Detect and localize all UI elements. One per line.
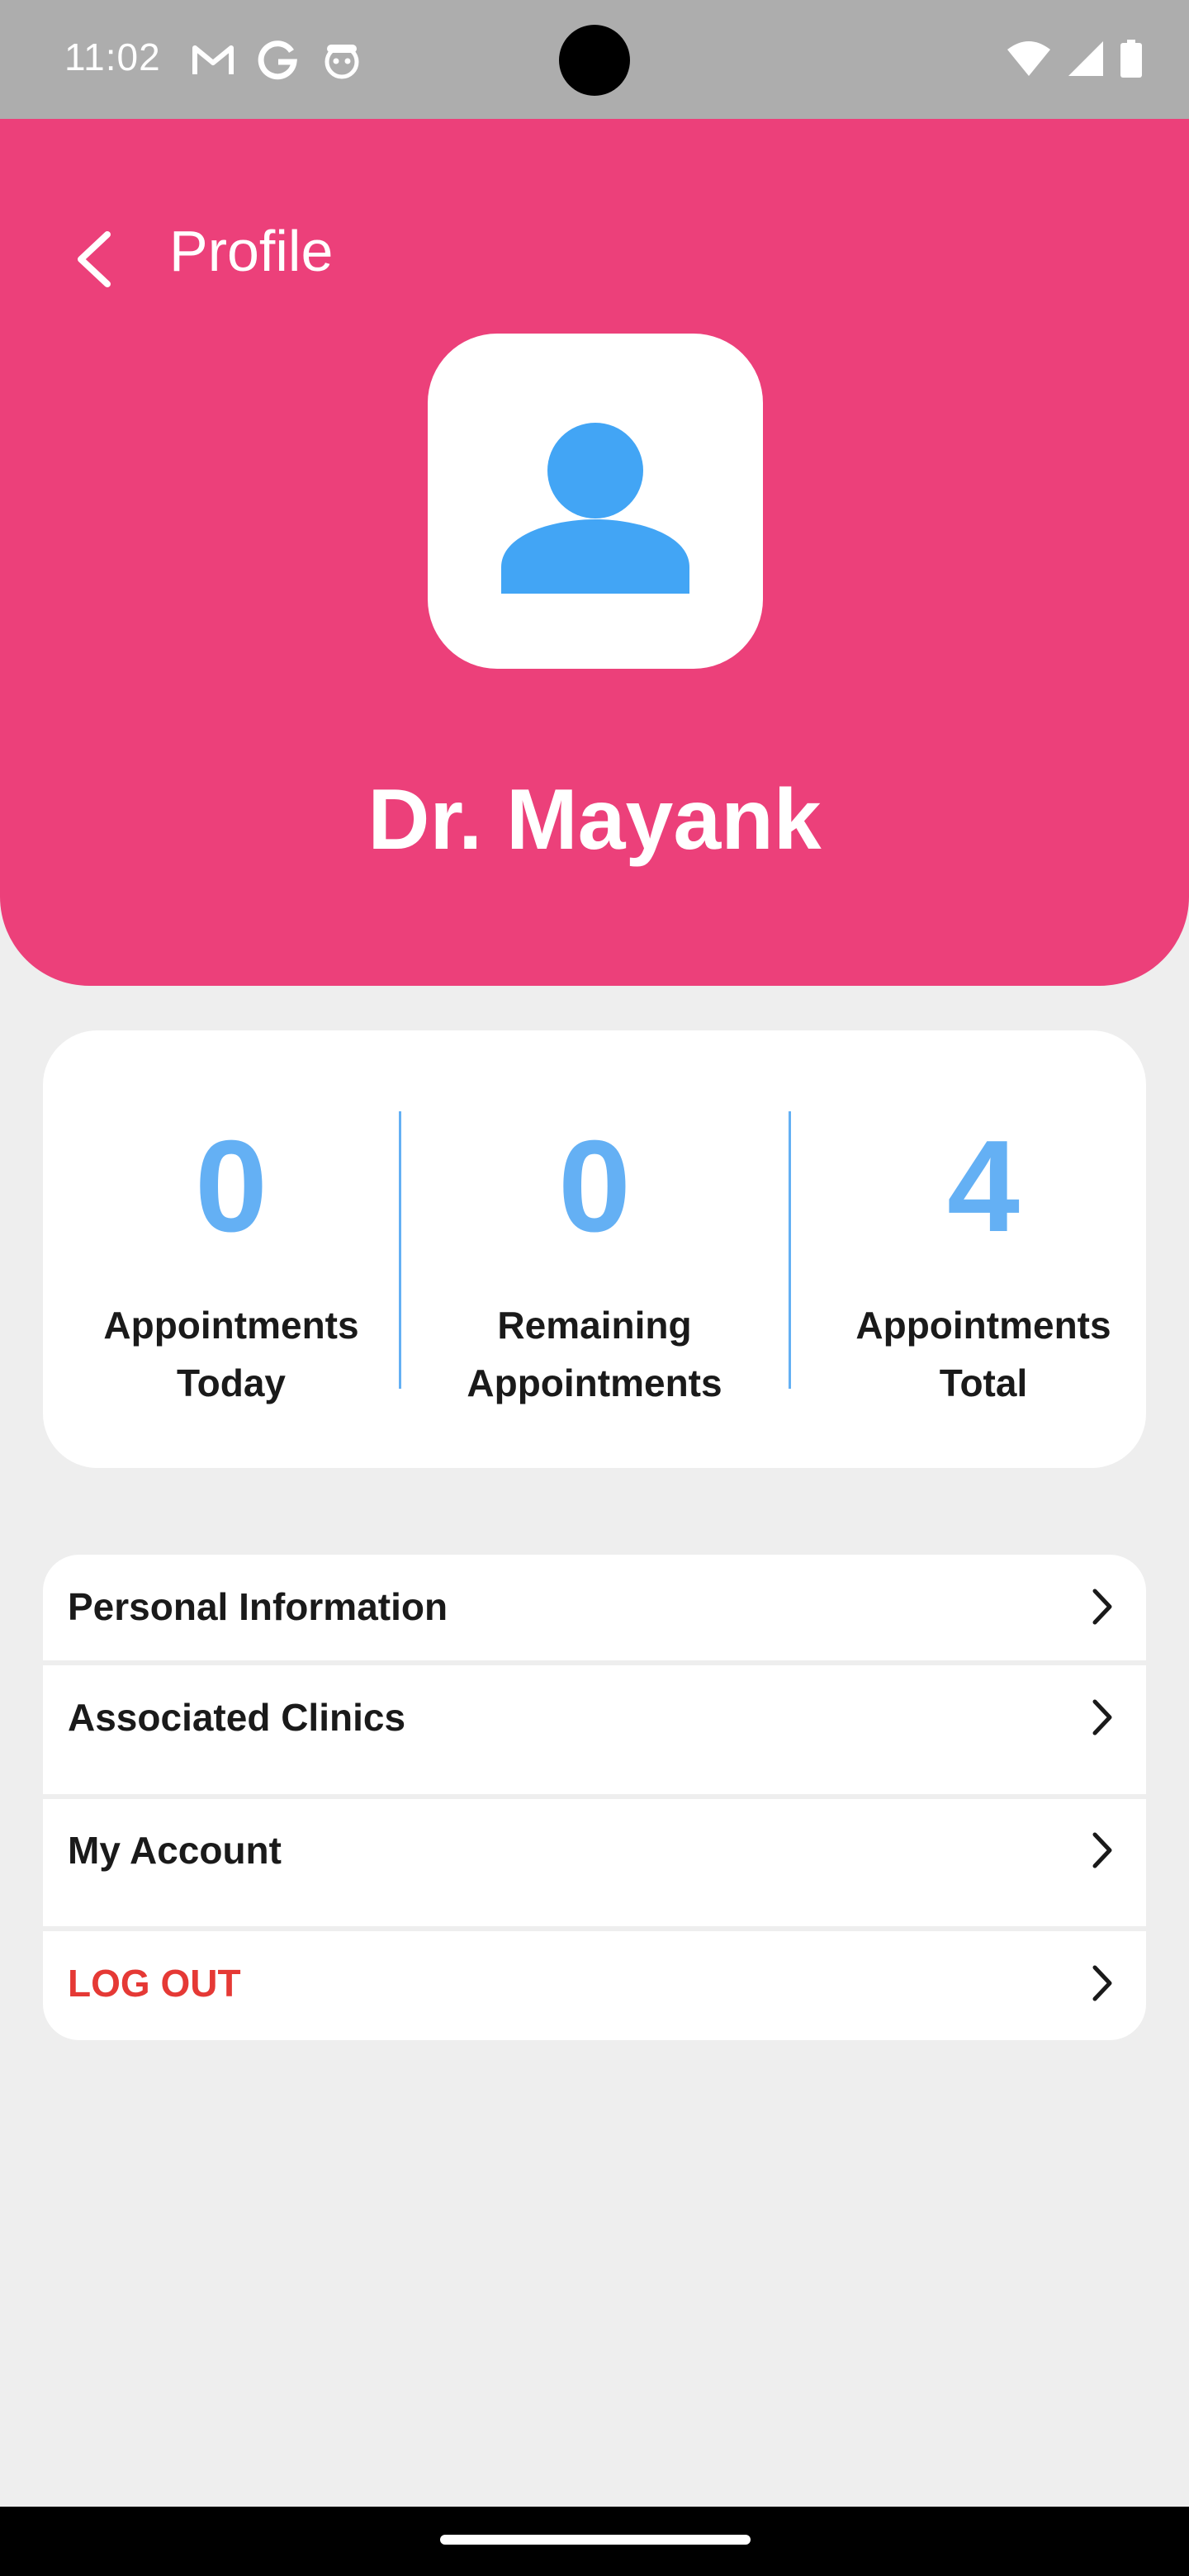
menu-item-label: My Account (68, 1829, 282, 1872)
stat-appointments-today: 0 Appointments Today (58, 1030, 405, 1468)
menu-item-log-out[interactable]: LOG OUT (43, 1931, 1146, 2035)
chevron-right-icon (1092, 1589, 1112, 1625)
menu-item-my-account[interactable]: My Account (43, 1798, 1146, 1902)
home-indicator[interactable] (440, 2535, 751, 2545)
stat-divider (399, 1111, 401, 1389)
stat-label: Remaining Appointments (467, 1304, 722, 1404)
menu-item-associated-clinics[interactable]: Associated Clinics (43, 1665, 1146, 1769)
stat-divider (789, 1111, 791, 1389)
chevron-right-icon (1092, 1832, 1112, 1868)
menu-item-label: Personal Information (68, 1585, 448, 1628)
profile-menu: Personal Information Associated Clinics … (43, 1555, 1146, 2040)
stat-value: 4 (947, 1114, 1020, 1259)
chevron-right-icon (1092, 1965, 1112, 2001)
doctor-name: Dr. Mayank (367, 772, 822, 868)
stat-label: Appointments Today (103, 1304, 359, 1404)
menu-item-label: LOG OUT (68, 1962, 241, 2005)
chevron-right-icon (1092, 1699, 1112, 1735)
status-bar: 11:02 (0, 0, 1189, 119)
profile-header: Profile Dr. Mayank (0, 119, 1189, 986)
notification-icons (190, 40, 365, 85)
camera-cutout (559, 25, 630, 96)
stat-value: 0 (195, 1114, 268, 1259)
avatar[interactable] (428, 334, 763, 669)
google-icon (254, 40, 301, 85)
signal-icon (1067, 40, 1105, 82)
back-button[interactable] (68, 226, 126, 292)
stat-appointments-total: 4 Appointments Total (810, 1030, 1157, 1468)
gmail-icon (190, 40, 236, 85)
android-icon (319, 40, 365, 85)
stat-label: Appointments Total (855, 1304, 1111, 1404)
menu-item-personal-information[interactable]: Personal Information (43, 1555, 1146, 1659)
battery-icon (1120, 40, 1143, 82)
wifi-icon (1006, 40, 1052, 82)
person-icon (501, 423, 689, 594)
stat-remaining-appointments: 0 Remaining Appointments (421, 1030, 768, 1468)
status-time: 11:02 (64, 36, 161, 78)
chevron-left-icon (78, 231, 111, 287)
menu-item-label: Associated Clinics (68, 1696, 406, 1739)
system-icons (1006, 40, 1143, 82)
stats-card: 0 Appointments Today 0 Remaining Appoint… (43, 1030, 1146, 1468)
page-title: Profile (169, 219, 334, 283)
stat-value: 0 (558, 1114, 631, 1259)
